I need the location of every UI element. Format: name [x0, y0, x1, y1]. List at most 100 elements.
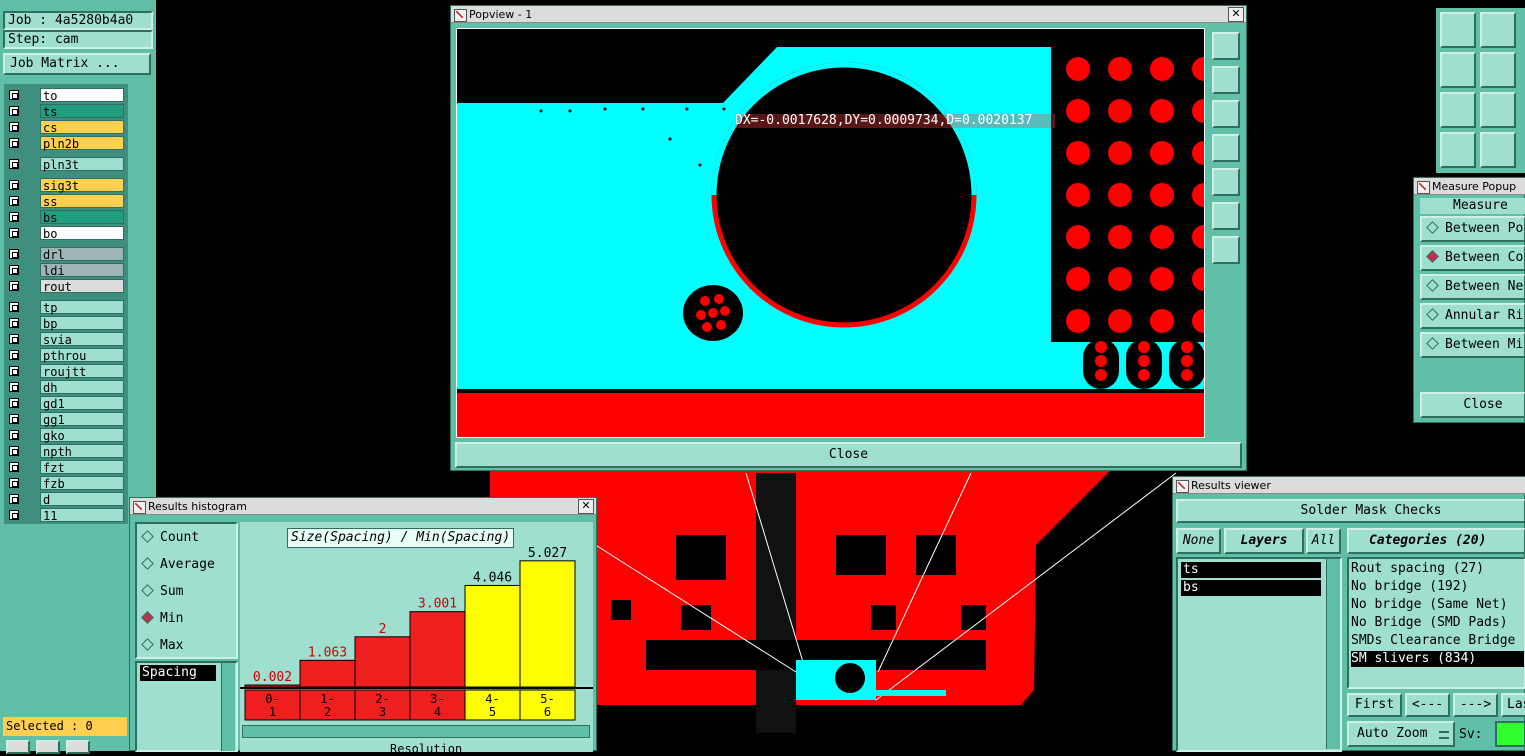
pan-right-button[interactable] — [1480, 52, 1516, 88]
category-item[interactable]: No Bridge (SMD Pads) — [1351, 615, 1524, 631]
pan-down-button[interactable] — [1212, 100, 1240, 128]
layer-row-ss[interactable]: ss — [6, 194, 124, 209]
list-item[interactable]: Spacing — [140, 665, 216, 681]
layer-name[interactable]: bs — [40, 210, 124, 225]
layer-name[interactable]: sig3t — [40, 178, 124, 193]
layer-name[interactable]: ss — [40, 194, 124, 209]
layer-row-fzb[interactable]: fzb — [6, 476, 124, 491]
measure-option[interactable]: Between Ne — [1420, 274, 1525, 300]
layer-name[interactable]: 11 — [40, 508, 124, 523]
layer-checkbox[interactable] — [9, 212, 19, 222]
layer-row-dh[interactable]: dh — [6, 380, 124, 395]
close-icon[interactable]: ✕ — [1228, 7, 1244, 22]
layer-checkbox[interactable] — [9, 446, 19, 456]
layer-row-gd1[interactable]: gd1 — [6, 396, 124, 411]
layer-row-npth[interactable]: npth — [6, 444, 124, 459]
prev-button[interactable]: <--- — [1405, 693, 1450, 717]
pan-right-button[interactable] — [1212, 168, 1240, 196]
layer-checkbox[interactable] — [9, 414, 19, 424]
histogram-mode-option[interactable]: Min — [141, 609, 235, 629]
popview-close-button[interactable]: Close — [455, 442, 1242, 468]
list-scrollbar[interactable] — [221, 663, 235, 751]
layer-row-gg1[interactable]: gg1 — [6, 412, 124, 427]
all-button[interactable]: All — [1306, 528, 1341, 554]
window-menu-icon[interactable] — [1417, 181, 1430, 194]
layer-row-fzt[interactable]: fzt — [6, 460, 124, 475]
none-button[interactable]: None — [1176, 528, 1221, 554]
snap-tool-button[interactable] — [1480, 132, 1516, 168]
zoom-in-button[interactable] — [1212, 32, 1240, 60]
layer-name[interactable]: bp — [40, 316, 124, 331]
layer-row-bs[interactable]: bs — [6, 210, 124, 225]
layer-row-bo[interactable]: bo — [6, 226, 124, 241]
chart-scrollbar[interactable] — [242, 725, 590, 738]
layer-checkbox[interactable] — [9, 122, 19, 132]
toolbar-button-2[interactable] — [36, 740, 60, 754]
result-layer-item[interactable]: bs — [1181, 580, 1321, 596]
layer-checkbox[interactable] — [9, 366, 19, 376]
layer-row-ts[interactable]: ts — [6, 104, 124, 119]
layer-row-cs[interactable]: cs — [6, 120, 124, 135]
pan-left-button[interactable] — [1440, 52, 1476, 88]
layer-checkbox[interactable] — [9, 462, 19, 472]
layer-row-to[interactable]: to — [6, 88, 124, 103]
layer-checkbox[interactable] — [9, 180, 19, 190]
layer-checkbox[interactable] — [9, 318, 19, 328]
pan-down-button[interactable] — [1480, 12, 1516, 48]
window-menu-icon[interactable] — [454, 9, 467, 22]
layer-row-pln2b[interactable]: pln2b — [6, 136, 124, 151]
layer-row-ldi[interactable]: ldi — [6, 263, 124, 278]
layer-row-d[interactable]: d — [6, 492, 124, 507]
layer-checkbox[interactable] — [9, 281, 19, 291]
sv-indicator[interactable] — [1495, 721, 1525, 747]
category-item[interactable]: SM slivers (834) — [1351, 651, 1524, 667]
layers-button[interactable]: Layers — [1224, 528, 1304, 554]
layer-checkbox[interactable] — [9, 510, 19, 520]
next-button[interactable]: ---> — [1453, 693, 1498, 717]
pan-up-button[interactable] — [1212, 66, 1240, 94]
result-layer-item[interactable]: ts — [1181, 562, 1321, 578]
layer-checkbox[interactable] — [9, 249, 19, 259]
layer-row-bp[interactable]: bp — [6, 316, 124, 331]
layer-name[interactable]: fzt — [40, 460, 124, 475]
layer-name[interactable]: npth — [40, 444, 124, 459]
layer-name[interactable]: to — [40, 88, 124, 103]
layer-name[interactable]: svia — [40, 332, 124, 347]
layer-name[interactable]: ts — [40, 104, 124, 119]
layer-row-rout[interactable]: rout — [6, 279, 124, 294]
layer-name[interactable]: gg1 — [40, 412, 124, 427]
layer-row-drl[interactable]: drl — [6, 247, 124, 262]
layer-name[interactable]: d — [40, 492, 124, 507]
last-button[interactable]: Last — [1501, 693, 1525, 717]
layer-name[interactable]: tp — [40, 300, 124, 315]
layers-scrollbar[interactable] — [1326, 559, 1340, 749]
pan-up-button[interactable] — [1440, 12, 1476, 48]
measure-close-button[interactable]: Close — [1420, 392, 1525, 418]
measure-option[interactable]: Between Mi — [1420, 332, 1525, 358]
first-button[interactable]: First — [1347, 693, 1402, 717]
layer-name[interactable]: pln3t — [40, 157, 124, 172]
window-menu-icon[interactable] — [1176, 480, 1189, 493]
category-item[interactable]: No bridge (192) — [1351, 579, 1524, 595]
layer-row-11[interactable]: 11 — [6, 508, 124, 523]
layer-name[interactable]: gko — [40, 428, 124, 443]
layer-name[interactable]: fzb — [40, 476, 124, 491]
close-icon[interactable]: ✕ — [578, 499, 594, 514]
layer-row-pln3t[interactable]: pln3t — [6, 157, 124, 172]
measure-option[interactable]: Between Po — [1420, 216, 1525, 242]
job-matrix-button[interactable]: Job Matrix ... — [3, 53, 151, 75]
layer-row-tp[interactable]: tp — [6, 300, 124, 315]
layer-name[interactable]: gd1 — [40, 396, 124, 411]
layer-name[interactable]: ldi — [40, 263, 124, 278]
auto-zoom-dropdown[interactable]: Auto Zoom — [1347, 721, 1455, 747]
layer-checkbox[interactable] — [9, 196, 19, 206]
zoom-fit-button[interactable] — [1440, 92, 1476, 128]
layer-checkbox[interactable] — [9, 398, 19, 408]
layer-name[interactable]: drl — [40, 247, 124, 262]
layer-checkbox[interactable] — [9, 350, 19, 360]
layer-checkbox[interactable] — [9, 138, 19, 148]
histogram-mode-option[interactable]: Count — [141, 528, 235, 548]
histogram-mode-option[interactable]: Sum — [141, 582, 235, 602]
layer-checkbox[interactable] — [9, 302, 19, 312]
layer-row-roujtt[interactable]: roujtt — [6, 364, 124, 379]
